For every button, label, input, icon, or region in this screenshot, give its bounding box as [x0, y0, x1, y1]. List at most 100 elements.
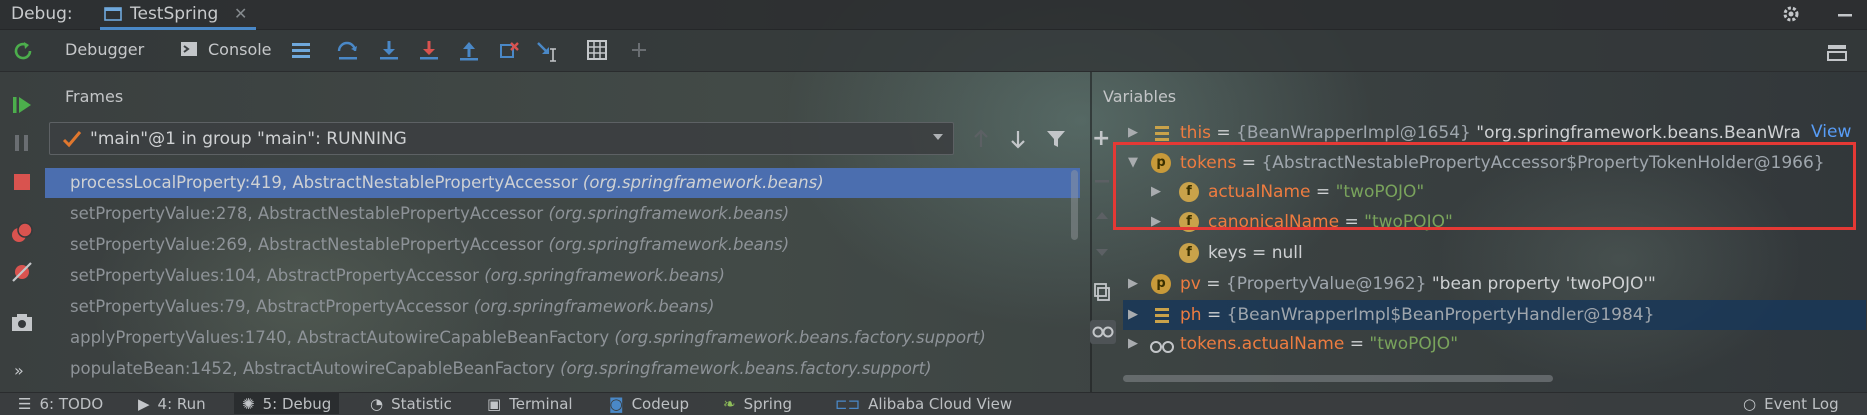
mute-breakpoints-icon[interactable]	[10, 260, 34, 284]
expand-arrow-icon[interactable]: ▶	[1128, 301, 1138, 329]
view-breakpoints-icon[interactable]	[10, 221, 34, 245]
frames-list: processLocalProperty:419, AbstractNestab…	[45, 168, 1090, 390]
variable-name: ph	[1180, 305, 1202, 325]
field-badge-icon: f	[1179, 243, 1199, 263]
pause-icon[interactable]	[10, 131, 34, 155]
pie-chart-icon: ◔	[370, 395, 384, 413]
evaluate-expression-icon[interactable]	[586, 39, 608, 65]
rerun-icon[interactable]	[11, 39, 35, 67]
pane-splitter[interactable]	[1090, 72, 1092, 392]
step-out-icon[interactable]	[457, 39, 481, 67]
thread-selector[interactable]: "main"@1 in group "main": RUNNING	[49, 122, 954, 155]
expand-arrow-icon[interactable]: ▶	[1128, 270, 1138, 298]
frame-row[interactable]: setPropertyValue:269, AbstractNestablePr…	[45, 230, 1080, 260]
move-up-icon[interactable]	[1093, 207, 1111, 229]
variables-scrollbar[interactable]	[1123, 375, 1553, 382]
tab-console[interactable]: Console	[208, 40, 272, 59]
variable-value: "twoPOJO"	[1369, 334, 1459, 354]
frame-method: setPropertyValues:104, AbstractPropertyA…	[70, 266, 479, 285]
variable-value: null	[1271, 243, 1303, 263]
run-to-cursor-icon[interactable]	[535, 39, 559, 67]
todo-tool-button[interactable]: ☰ 6: TODO	[18, 395, 103, 413]
debug-title-bar: Debug: TestSpring ✕	[0, 0, 1867, 30]
codeup-label: Codeup	[631, 395, 689, 413]
add-watch-icon[interactable]: +	[1092, 126, 1110, 151]
codeup-tool-button[interactable]: ◙ Codeup	[609, 395, 689, 413]
list-icon: ☰	[18, 395, 32, 413]
chevron-down-icon	[931, 130, 945, 148]
variable-equals: =	[1246, 243, 1272, 263]
frame-row[interactable]: applyPropertyValues:1740, AbstractAutowi…	[45, 323, 1080, 353]
session-tab-testspring[interactable]: TestSpring ✕	[100, 0, 256, 30]
spring-tool-button[interactable]: ❧ Spring	[723, 395, 792, 413]
expand-more-icon[interactable]: »	[14, 361, 24, 380]
frames-scrollbar[interactable]	[1071, 170, 1078, 240]
terminal-tool-button[interactable]: ▣ Terminal	[487, 395, 573, 413]
alibaba-cloud-view-button[interactable]: ⊏⊐ Alibaba Cloud View	[835, 395, 1012, 413]
variable-type: {BeanWrapperImpl@1654}	[1236, 123, 1471, 143]
tab-debugger[interactable]: Debugger	[65, 40, 144, 59]
run-tool-button[interactable]: ▶ 4: Run	[138, 395, 206, 413]
tool-window-bar: ☰ 6: TODO ▶ 4: Run ✺ 5: Debug ◔ Statistic ▣ T…	[0, 392, 1867, 415]
frame-method: populateBean:1452, AbstractAutowireCapab…	[70, 359, 555, 378]
session-tab-label: TestSpring	[130, 4, 219, 24]
alibaba-cloud-label: Alibaba Cloud View	[868, 395, 1013, 413]
minimize-icon[interactable]	[1836, 6, 1854, 28]
step-over-icon[interactable]	[336, 39, 360, 67]
frame-package: (org.springframework.beans)	[484, 266, 725, 285]
camera-icon[interactable]	[10, 310, 34, 334]
property-badge-icon: p	[1151, 274, 1171, 294]
frame-method: setPropertyValue:269, AbstractNestablePr…	[70, 235, 544, 254]
layout-icon[interactable]	[290, 39, 312, 65]
restore-layout-icon[interactable]	[1826, 42, 1848, 68]
close-icon[interactable]: ✕	[234, 4, 247, 23]
next-frame-icon[interactable]	[1007, 128, 1029, 154]
frame-method: setPropertyValues:79, AbstractPropertyAc…	[70, 297, 469, 316]
frame-row[interactable]: populateBean:1452, AbstractAutowireCapab…	[45, 354, 1080, 384]
statistic-tool-button[interactable]: ◔ Statistic	[370, 395, 452, 413]
expand-arrow-icon[interactable]: ▶	[1128, 330, 1138, 358]
variables-header: Variables	[1103, 87, 1177, 106]
resume-icon[interactable]	[10, 93, 34, 117]
variable-equals: =	[1200, 274, 1226, 294]
field-list-icon	[1153, 305, 1171, 334]
remove-watch-icon[interactable]	[1093, 172, 1111, 194]
variable-name: keys	[1208, 243, 1247, 263]
frame-row[interactable]: setPropertyValue:278, AbstractNestablePr…	[45, 199, 1080, 229]
statistic-label: Statistic	[391, 395, 452, 413]
frame-package: (org.springframework.beans)	[582, 173, 824, 192]
variable-name: tokens.actualName	[1180, 334, 1345, 354]
drop-frame-icon[interactable]	[497, 39, 521, 67]
copy-icon[interactable]	[1092, 282, 1112, 306]
frames-header: Frames	[65, 87, 124, 106]
previous-frame-icon[interactable]	[970, 128, 992, 154]
filter-icon[interactable]	[1045, 128, 1067, 154]
variable-value: "org.springframework.beans.BeanWra	[1470, 123, 1801, 143]
variable-value: "bean property 'twoPOJO'"	[1426, 274, 1656, 294]
move-down-icon[interactable]	[1093, 243, 1111, 265]
todo-label: 6: TODO	[39, 395, 104, 413]
frame-row[interactable]: setPropertyValues:104, AbstractPropertyA…	[45, 261, 1080, 291]
debug-tool-button[interactable]: ✺ 5: Debug	[234, 393, 340, 414]
thread-label: "main"@1 in group "main": RUNNING	[90, 129, 407, 149]
more-icon[interactable]	[628, 39, 650, 65]
bug-icon: ✺	[242, 395, 255, 413]
terminal-icon: ▣	[487, 395, 502, 413]
step-into-icon[interactable]	[377, 39, 401, 67]
event-log-button[interactable]: ○ Event Log	[1743, 395, 1839, 413]
force-step-into-icon[interactable]	[417, 39, 441, 67]
gear-icon[interactable]	[1780, 3, 1802, 29]
run-config-icon	[104, 6, 122, 22]
codeup-icon: ◙	[609, 395, 624, 413]
view-link[interactable]: View	[1811, 122, 1851, 142]
frame-row[interactable]: processLocalProperty:419, AbstractNestab…	[45, 168, 1080, 198]
variable-equals: =	[1344, 334, 1370, 354]
variable-type: {PropertyValue@1962}	[1225, 274, 1427, 294]
frame-package: (org.springframework.beans)	[548, 235, 790, 254]
frame-row[interactable]: setPropertyValues:79, AbstractPropertyAc…	[45, 292, 1080, 322]
show-watches-icon[interactable]	[1090, 320, 1116, 344]
frame-method: applyPropertyValues:1740, AbstractAutowi…	[70, 328, 610, 347]
stop-icon[interactable]	[10, 170, 34, 194]
variable-equals: =	[1211, 123, 1237, 143]
variable-equals: =	[1201, 305, 1227, 325]
